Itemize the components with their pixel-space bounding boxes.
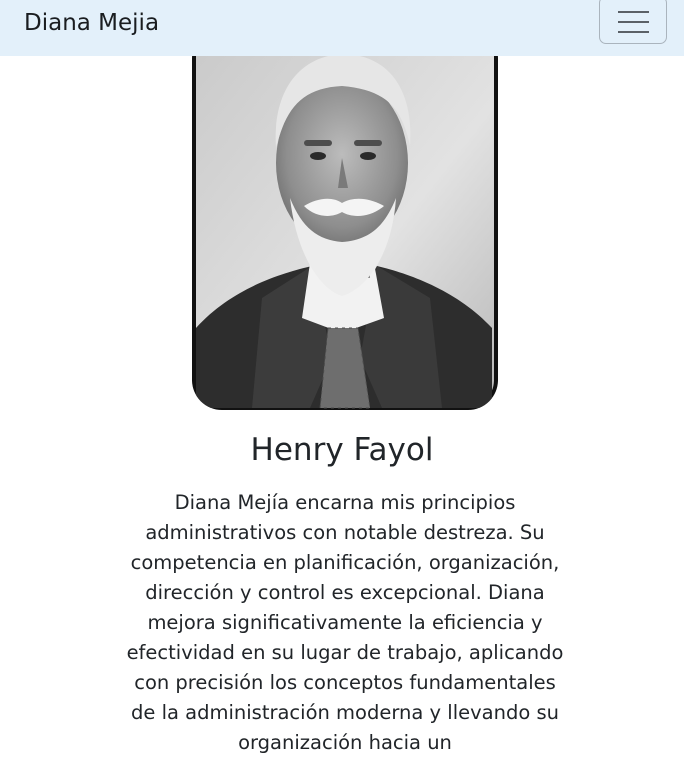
navbar-brand[interactable]: Diana Mejia — [24, 8, 159, 38]
navbar: Diana Mejia — [0, 0, 684, 56]
testimonial-text: Diana Mejía encarna mis principios admin… — [126, 491, 564, 754]
hamburger-line — [618, 21, 649, 23]
portrait-photo — [192, 28, 498, 410]
hamburger-line — [618, 31, 649, 33]
menu-toggle-button[interactable] — [599, 0, 667, 44]
testimonial-author-name: Henry Fayol — [250, 432, 434, 468]
hamburger-menu-icon — [618, 11, 649, 13]
portrait-image — [196, 28, 494, 409]
